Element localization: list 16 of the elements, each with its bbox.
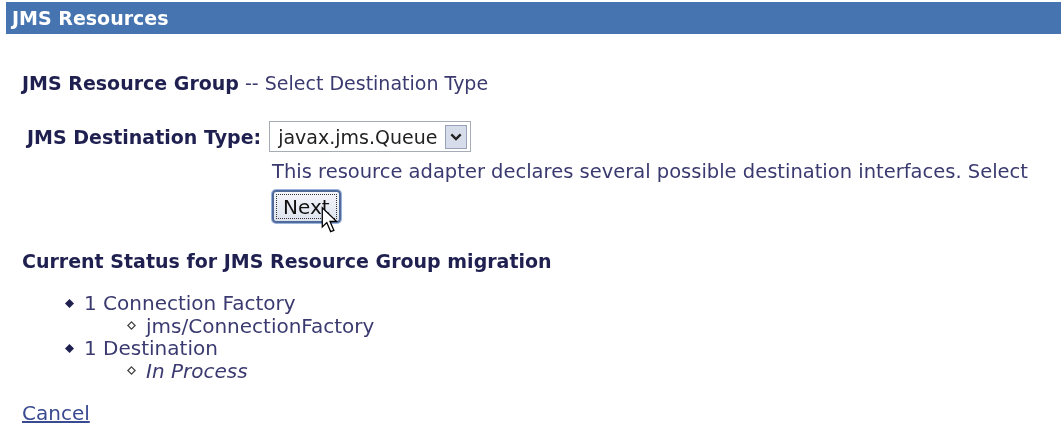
- list-item: jms/ConnectionFactory: [146, 314, 375, 337]
- list-item: 1 Destination: [84, 337, 218, 360]
- hollow-diamond-bullet-icon: [127, 321, 136, 331]
- field-label: JMS Destination Type:: [27, 125, 262, 148]
- header-title: JMS Resources: [12, 7, 169, 29]
- section-heading: Current Status for JMS Resource Group migration: [22, 250, 552, 272]
- diamond-bullet-icon: [65, 343, 74, 353]
- list-item: In Process: [146, 359, 248, 382]
- cancel-link[interactable]: Cancel: [22, 401, 90, 425]
- destination-type-dropdown[interactable]: javax.jms.Queue: [269, 121, 472, 152]
- description-text: This resource adapter declares several possible destination interfaces. Select: [272, 161, 1028, 183]
- list-item: 1 Connection Factory: [84, 292, 296, 315]
- next-button[interactable]: Next: [272, 190, 341, 223]
- hollow-diamond-bullet-icon: [127, 366, 136, 376]
- diamond-bullet-icon: [65, 298, 74, 308]
- page-heading: JMS Resource Group -- Select Destination Type: [22, 72, 489, 94]
